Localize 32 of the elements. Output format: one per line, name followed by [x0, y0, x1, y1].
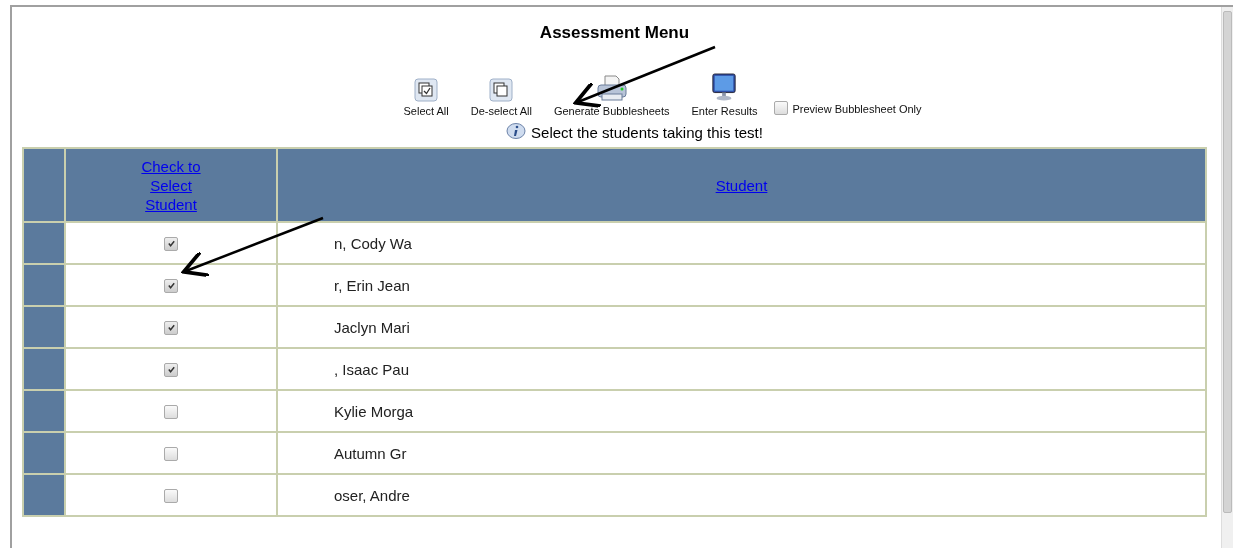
row-checkbox[interactable]: [164, 446, 178, 461]
check-icon: [166, 239, 176, 249]
toolbar-button[interactable]: De-select All: [464, 78, 538, 117]
student-name: Kylie Morga: [334, 402, 414, 420]
student-name: oser, Andre: [334, 486, 410, 504]
check-icon: [166, 281, 176, 291]
check-icon: [166, 365, 176, 375]
preview-checkbox[interactable]: [773, 100, 788, 115]
row-checkbox[interactable]: [164, 278, 178, 293]
student-name: n, Cody Wa: [334, 234, 412, 252]
student-name: Jaclyn Mari: [334, 318, 410, 336]
info-icon: [506, 123, 527, 141]
student-name: r, Erin Jean: [334, 276, 410, 294]
preview-label: Preview Bubblesheet Only: [792, 102, 922, 115]
monitor-icon: [711, 72, 738, 102]
row-checkbox[interactable]: [164, 362, 178, 377]
printer-icon: [595, 74, 628, 102]
info-message: Select the students taking this test!: [531, 123, 763, 141]
student-name: Autumn Gr: [334, 444, 407, 462]
student-name: , Isaac Pau: [334, 360, 410, 378]
row-checkbox[interactable]: [164, 404, 178, 419]
toolbar-button[interactable]: Enter Results: [685, 72, 764, 117]
row-checkbox[interactable]: [164, 320, 178, 335]
stacked-pages-icon: [489, 78, 514, 102]
check-icon: [166, 323, 176, 333]
stacked-pages-icon: [414, 78, 439, 102]
page-title: Assessment Menu: [538, 22, 691, 44]
toolbar-button[interactable]: Select All: [397, 78, 455, 117]
row-checkbox[interactable]: [164, 236, 178, 251]
toolbar-button[interactable]: Generate Bubblesheets: [547, 74, 676, 117]
scrollbar[interactable]: [1221, 7, 1233, 548]
row-checkbox[interactable]: [164, 488, 178, 503]
